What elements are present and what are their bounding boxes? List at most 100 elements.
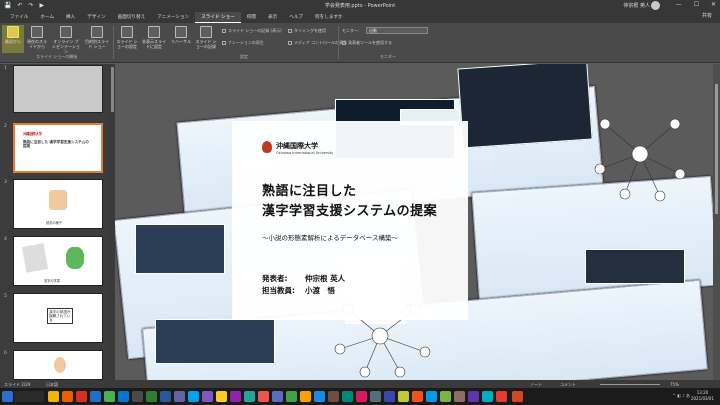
slide-title-line2[interactable]: 漢字学習支援システムの提案: [262, 200, 437, 219]
setup-icon: [121, 26, 133, 38]
app-icon[interactable]: [76, 391, 87, 402]
minimize-button[interactable]: —: [676, 1, 682, 8]
app-icon[interactable]: [258, 391, 269, 402]
divider: [113, 26, 114, 59]
edge-icon[interactable]: [90, 391, 101, 402]
slide-number: 2: [4, 124, 7, 129]
app-icon[interactable]: [496, 391, 507, 402]
teams-icon[interactable]: [174, 391, 185, 402]
file-explorer-icon[interactable]: [48, 391, 59, 402]
reading-illustration: [49, 190, 67, 210]
app-icon[interactable]: [426, 391, 437, 402]
vscode-icon[interactable]: [118, 391, 129, 402]
record-slideshow-button[interactable]: スライド ショーの記録: [194, 25, 218, 53]
tab-help[interactable]: ヘルプ: [283, 12, 309, 23]
checkbox-timings[interactable]: タイミングを使用: [288, 28, 326, 34]
app-icon[interactable]: [286, 391, 297, 402]
app-icon[interactable]: [328, 391, 339, 402]
from-current-button[interactable]: 現在のスライドから: [26, 25, 48, 53]
tab-home[interactable]: ホーム: [34, 12, 60, 23]
app-icon[interactable]: [272, 391, 283, 402]
checkbox-narration[interactable]: ナレーションの再生: [222, 40, 264, 46]
zoom-slider[interactable]: [600, 384, 660, 385]
tab-review[interactable]: 校閲: [241, 12, 262, 23]
app-icon[interactable]: [482, 391, 493, 402]
thumb-logo: 沖縄国際大学: [23, 132, 43, 136]
share-button[interactable]: 共有: [702, 12, 712, 19]
checkbox-record[interactable]: スライド ショーの記録 (表示): [222, 28, 282, 34]
online-presentation-button[interactable]: オンライン プレゼンテーション: [52, 25, 80, 54]
presenter-name: 仲宗根 英人: [305, 274, 346, 283]
tab-slideshow[interactable]: スライド ショー: [195, 12, 241, 23]
slide-subtitle[interactable]: ～小説の形態素解析によるデータベース構築～: [262, 232, 398, 242]
app-icon[interactable]: [188, 391, 199, 402]
app-icon[interactable]: [412, 391, 423, 402]
canvas-scrollbar[interactable]: [713, 64, 720, 380]
app-icon[interactable]: [356, 391, 367, 402]
tab-view[interactable]: 表示: [262, 12, 283, 23]
tab-file[interactable]: ファイル: [4, 12, 34, 23]
app-icon[interactable]: [384, 391, 395, 402]
user-name[interactable]: 仲宗根 英人: [623, 2, 650, 9]
slide-thumbnail-4[interactable]: 漢字の学習: [13, 236, 103, 286]
app-icon[interactable]: [216, 391, 227, 402]
slideshow-current-icon: [31, 26, 43, 38]
app-icon[interactable]: [454, 391, 465, 402]
tab-animations[interactable]: アニメーション: [151, 12, 195, 23]
word-icon[interactable]: [160, 391, 171, 402]
app-icon[interactable]: [314, 391, 325, 402]
notes-button[interactable]: ノート: [530, 382, 542, 388]
from-beginning-button[interactable]: 最初から: [2, 25, 24, 53]
app-icon[interactable]: [104, 391, 115, 402]
online-icon: [60, 26, 72, 38]
app-icon[interactable]: [202, 391, 213, 402]
app-icon[interactable]: [370, 391, 381, 402]
tab-insert[interactable]: 挿入: [60, 12, 81, 23]
window-controls: — ☐ ✕: [676, 1, 716, 8]
slide-title-line1[interactable]: 熟語に注目した: [262, 180, 357, 199]
app-icon[interactable]: [244, 391, 255, 402]
taskbar-search[interactable]: [14, 391, 44, 402]
slide-thumbnail-3[interactable]: 読書の様子: [13, 179, 103, 229]
excel-icon[interactable]: [146, 391, 157, 402]
app-icon[interactable]: [398, 391, 409, 402]
hide-slide-button[interactable]: 非表示スライドに設定: [142, 25, 166, 53]
app-icon[interactable]: [132, 391, 143, 402]
setup-slideshow-button[interactable]: スライド ショーの設定: [116, 25, 138, 53]
avatar[interactable]: [651, 1, 660, 10]
slide-thumbnail-2[interactable]: 沖縄国際大学 熟語に注目した 漢字学習支援システムの提案: [13, 123, 103, 173]
divider: [338, 26, 339, 59]
app-icon[interactable]: [230, 391, 241, 402]
custom-slideshow-button[interactable]: 目的別スライド ショー: [84, 25, 110, 53]
stopwatch-icon: [175, 26, 187, 38]
clock[interactable]: 13:20 2021/03/01: [691, 390, 714, 402]
slide-thumbnail-1[interactable]: [13, 65, 103, 113]
tab-transitions[interactable]: 画面切り替え: [112, 12, 152, 23]
windows-start-icon[interactable]: [2, 391, 13, 402]
checkbox-presenter-view[interactable]: 発表者ツールを使用する: [342, 40, 392, 46]
zoom-level[interactable]: 75%: [670, 382, 679, 387]
firefox-icon[interactable]: [62, 391, 73, 402]
app-icon[interactable]: [342, 391, 353, 402]
powerpoint-icon[interactable]: [512, 391, 523, 402]
close-button[interactable]: ✕: [711, 1, 716, 8]
language-indicator[interactable]: 日本語: [46, 382, 58, 388]
tell-me-search[interactable]: 何をしますか: [309, 12, 349, 23]
app-icon[interactable]: [440, 391, 451, 402]
system-tray[interactable]: ^ ◧ ♪ あ: [673, 393, 691, 399]
screenshot-dialog: [155, 319, 275, 364]
tab-design[interactable]: デザイン: [81, 12, 111, 23]
title-bar: 💾 ↶ ↷ ▶ 学会発表用.pptx - PowerPoint 仲宗根 英人 —…: [0, 0, 720, 12]
slide-number: 6: [4, 351, 7, 356]
group-label-monitor: モニター: [380, 54, 396, 59]
app-icon[interactable]: [468, 391, 479, 402]
university-logo-subtitle: Okinawa International University: [276, 151, 334, 155]
app-icon[interactable]: [300, 391, 311, 402]
maximize-button[interactable]: ☐: [694, 1, 699, 8]
slide-number: 5: [4, 294, 7, 299]
slide-thumbnail-5[interactable]: 漢字の熟語が 誤解されている: [13, 293, 103, 343]
monitor-select[interactable]: 自動: [366, 27, 428, 34]
slide-thumbnail-6[interactable]: [13, 350, 103, 380]
comments-button[interactable]: コメント: [560, 382, 576, 388]
rehearse-button[interactable]: リハーサル: [170, 25, 192, 53]
